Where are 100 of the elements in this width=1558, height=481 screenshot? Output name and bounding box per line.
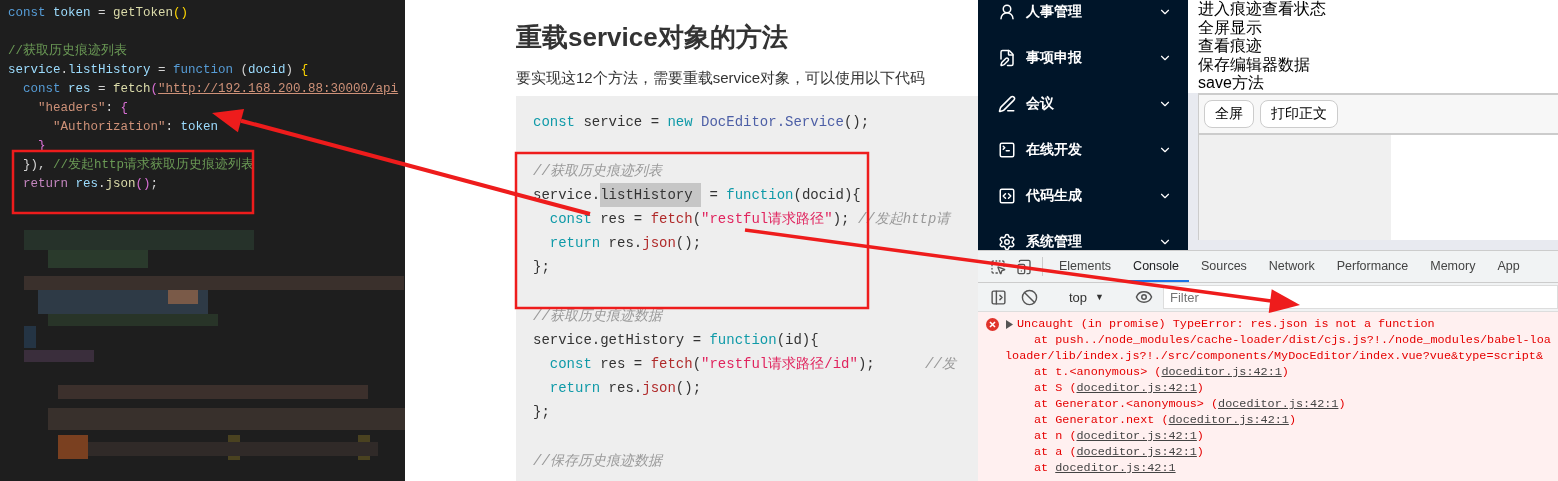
code-token: getToken (113, 5, 174, 22)
source-link[interactable]: doceditor.js:42:1 (1076, 444, 1197, 460)
sidebar-item[interactable]: 人事管理 (978, 0, 1188, 35)
stack-text: at S ( (1034, 380, 1077, 396)
toolbar-button[interactable]: 全屏 (1204, 99, 1254, 128)
sidebar-item[interactable]: 系统管理 (978, 219, 1188, 250)
sidebar-item[interactable]: 会议 (978, 81, 1188, 127)
code-window-icon (998, 187, 1016, 205)
terminal-icon (998, 141, 1016, 159)
code-token: return (22, 176, 69, 193)
code-token: service. (533, 186, 601, 205)
code-token: res = (599, 355, 644, 374)
code-token: //获取历史痕迹列表 (8, 42, 127, 60)
source-link[interactable]: doceditor.js:42:1 (1168, 412, 1289, 428)
stack-text: at t.<anonymous> ( (1034, 364, 1162, 380)
code-token: function (173, 62, 234, 79)
devtools-tab[interactable]: Performance (1326, 251, 1419, 282)
text-line: 全屏显示 (1198, 18, 1263, 37)
stack-text: ) (1288, 412, 1296, 428)
stack-text: ) (1196, 380, 1204, 396)
sidebar-label: 会议 (1026, 95, 1055, 113)
code-token: (); (675, 379, 702, 398)
code-token: ) (285, 62, 295, 79)
code-token: fetch (113, 81, 151, 98)
sidebar-label: 事项申报 (1026, 49, 1083, 67)
code-token: = (157, 62, 167, 79)
code-token: }) (22, 157, 38, 174)
devtools-tab[interactable]: App (1487, 251, 1530, 282)
code-token: "Authorization" (52, 119, 166, 136)
error-message: Uncaught (in promise) TypeError: res.json is not a function (1017, 317, 1435, 331)
text-line: 查看痕迹 (1198, 37, 1263, 56)
devtools-tab[interactable]: Sources (1191, 251, 1257, 282)
code-token: . (98, 176, 106, 193)
code-token: (id){ (776, 331, 819, 350)
code-token: new (667, 113, 693, 132)
intro-text: 要实现这12个方法，需要重载service对象，可以使用以下代码 (516, 68, 927, 88)
code-token: //保存历史痕迹数据 (533, 452, 662, 471)
code-token: json (642, 234, 676, 253)
stack-text: at push../node_modules/cache-loader/dist/cjs.js?!./node_modules/babel-loa (1034, 332, 1551, 348)
code-token: res (68, 81, 91, 98)
sidebar-item[interactable]: 事项申报 (978, 35, 1188, 81)
code-token: ( (692, 210, 702, 229)
code-token: = (708, 186, 719, 205)
code-token: //获取历史痕迹列表 (533, 162, 662, 181)
code-token: ( (239, 62, 249, 79)
source-link[interactable]: doceditor.js:42:1 (1076, 428, 1197, 444)
sidebar-item[interactable]: 在线开发 (978, 127, 1188, 173)
document-pen-icon (998, 49, 1016, 67)
code-token: return (548, 234, 601, 253)
context-selector[interactable]: top ▼ (1063, 289, 1110, 305)
code-token: //发 (925, 355, 956, 374)
code-token: token (180, 119, 219, 136)
source-link[interactable]: doceditor.js:42:1 (1055, 460, 1176, 476)
sidebar-label: 在线开发 (1026, 141, 1083, 159)
code-token: ); (832, 210, 851, 229)
code-token: "headers" (37, 100, 106, 117)
devtools-tab[interactable]: Network (1258, 251, 1325, 282)
code-token: }; (533, 403, 550, 422)
stack-text: ) (1196, 444, 1204, 460)
section-heading: 重载service对象的方法 (516, 22, 789, 52)
code-token: res. (607, 379, 643, 398)
code-token: const (548, 355, 592, 374)
code-token: DocEditor.Service (700, 113, 844, 132)
text-line: save方法 (1198, 74, 1265, 93)
code-token: () (135, 176, 151, 193)
code-token: (); (675, 234, 702, 253)
code-token: "http://192.168.200.88:30000/api (158, 81, 399, 98)
code-token: "restful请求路径/id" (701, 355, 858, 374)
sidebar-label: 代码生成 (1026, 187, 1083, 205)
code-token: const (533, 113, 575, 132)
code-token: ; (150, 176, 159, 193)
code-token: "restful请求路径" (701, 210, 833, 229)
code-token: ); (857, 355, 876, 374)
sidebar-item[interactable]: 代码生成 (978, 173, 1188, 219)
code-token: return (548, 379, 601, 398)
source-link[interactable]: doceditor.js:42:1 (1076, 380, 1197, 396)
code-token: //获取历史痕迹数据 (533, 307, 662, 326)
devtools-tab[interactable]: Elements (1049, 251, 1122, 282)
code-token: , (38, 157, 47, 174)
stack-text: ) (1338, 396, 1346, 412)
code-token: service.getHistory = (533, 331, 703, 350)
sidebar-label: 人事管理 (1026, 3, 1083, 21)
source-link[interactable]: doceditor.js:42:1 (1161, 364, 1282, 380)
code-token: = (97, 5, 107, 22)
code-token: json (105, 176, 136, 193)
code-token: = (97, 81, 107, 98)
code-token: //发起http请求获取历史痕迹列表 (53, 156, 255, 174)
expand-triangle-icon[interactable] (1006, 319, 1013, 329)
sidebar-label: 系统管理 (1026, 233, 1083, 250)
filter-field[interactable]: Filter (1163, 285, 1558, 309)
toolbar-button[interactable]: 打印正文 (1260, 99, 1338, 128)
code-token: const (8, 5, 47, 22)
caret-icon: ▼ (1095, 292, 1104, 302)
stack-text: at n ( (1034, 428, 1077, 444)
devtools-tab[interactable]: Memory (1420, 251, 1486, 282)
code-token: (); (843, 113, 870, 132)
source-link[interactable]: doceditor.js:42:1 (1218, 396, 1339, 412)
person-icon (998, 3, 1016, 21)
stack-text: ) (1196, 428, 1204, 444)
stack-text: ) (1281, 364, 1289, 380)
